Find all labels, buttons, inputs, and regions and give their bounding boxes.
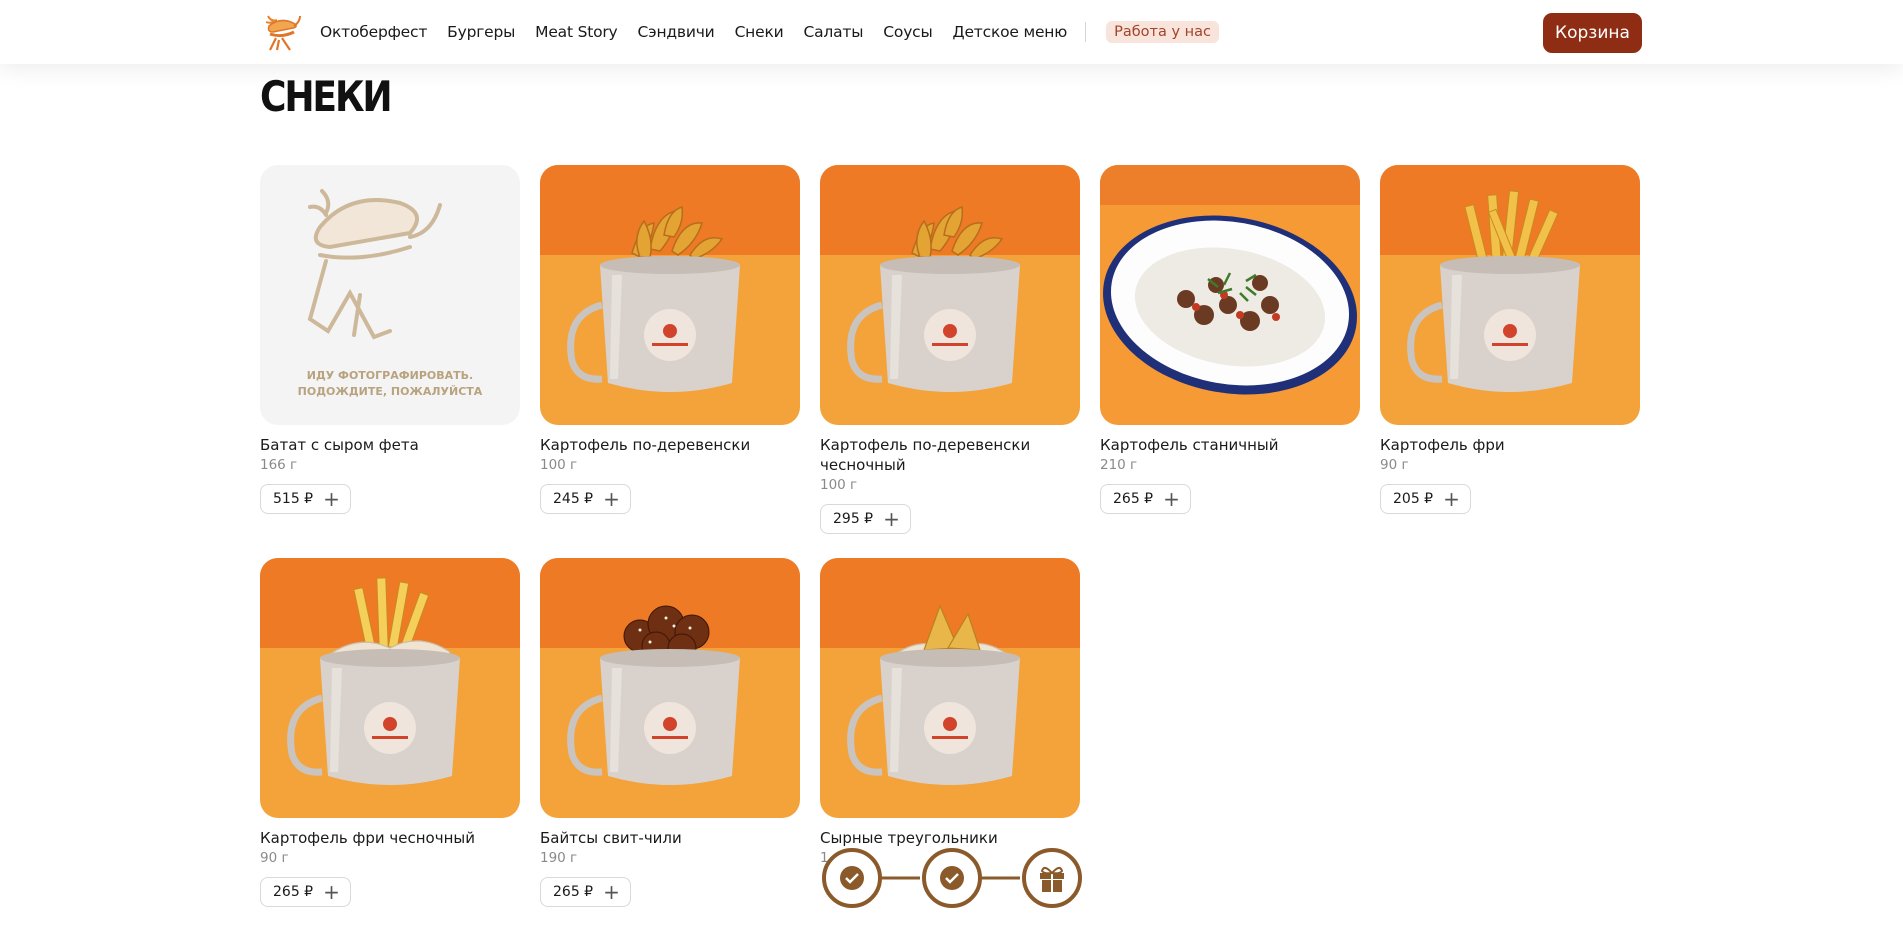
product-name: Батат с сыром фета: [260, 436, 419, 454]
product-card[interactable]: Сырные треугольники 1: [820, 558, 1080, 866]
product-name: Картофель по-деревенски: [540, 436, 751, 454]
product-photo[interactable]: [1100, 165, 1360, 425]
product-card[interactable]: Картофель станичный 210 г 265 ₽ +: [1100, 165, 1360, 514]
product-card[interactable]: Картофель фри 90 г 205 ₽ +: [1380, 165, 1640, 514]
product-name: Картофель фри чесночный: [260, 829, 475, 847]
product-price: 265 ₽: [273, 884, 314, 900]
add-to-cart-button[interactable]: 205 ₽ +: [1380, 484, 1471, 514]
jobs-link[interactable]: Работа у нас: [1106, 21, 1219, 43]
product-weight: 90 г: [260, 850, 289, 866]
product-card[interactable]: Картофель фри чесночный 90 г 265 ₽ +: [260, 558, 520, 907]
product-photo[interactable]: [820, 558, 1080, 818]
product-weight: 166 г: [260, 457, 298, 473]
nav-item[interactable]: Салаты: [804, 23, 864, 41]
product-price: 295 ₽: [833, 511, 874, 527]
product-weight: 190 г: [540, 850, 578, 866]
product-weight: 90 г: [1380, 457, 1409, 473]
plus-icon: +: [1163, 487, 1180, 511]
product-name: Байтсы свит-чили: [540, 829, 682, 847]
product-photo[interactable]: [540, 558, 800, 818]
plus-icon: +: [603, 880, 620, 904]
product-weight: 210 г: [1100, 457, 1138, 473]
placeholder-line-2: ПОДОЖДИТЕ, ПОЖАЛУЙСТА: [298, 385, 483, 398]
product-name: Картофель по-деревенски чесночный: [820, 436, 1031, 474]
add-to-cart-button[interactable]: 295 ₽ +: [820, 504, 911, 534]
product-price: 245 ₽: [553, 491, 594, 507]
logo-icon[interactable]: [260, 10, 302, 54]
product-weight: 100 г: [820, 477, 858, 493]
product-photo[interactable]: [260, 558, 520, 818]
product-name: Сырные треугольники: [820, 829, 998, 847]
add-to-cart-button[interactable]: 265 ₽ +: [260, 877, 351, 907]
main-nav: Октоберфест Бургеры Meat Story Сэндвичи Снек…: [320, 0, 1219, 64]
product-photo[interactable]: ИДУ ФОТОГРАФИРОВАТЬ. ПОДОЖДИТЕ, ПОЖАЛУЙСТ…: [260, 165, 520, 425]
product-photo[interactable]: [820, 165, 1080, 425]
product-card[interactable]: Картофель по-деревенски чесночный 100 г 29…: [820, 165, 1080, 534]
product-price: 265 ₽: [553, 884, 594, 900]
nav-item[interactable]: Meat Story: [535, 23, 618, 41]
product-photo[interactable]: [540, 165, 800, 425]
plus-icon: +: [883, 507, 900, 531]
product-price: 515 ₽: [273, 491, 314, 507]
add-to-cart-button[interactable]: 265 ₽ +: [540, 877, 631, 907]
gift-icon: [1022, 848, 1082, 908]
plus-icon: +: [323, 880, 340, 904]
page-title: СНЕКИ: [260, 72, 393, 121]
product-weight: 100 г: [540, 457, 578, 473]
add-to-cart-button[interactable]: 265 ₽ +: [1100, 484, 1191, 514]
nav-item[interactable]: Детское меню: [953, 23, 1068, 41]
product-price: 265 ₽: [1113, 491, 1154, 507]
order-progress: [822, 848, 1082, 908]
product-price: 205 ₽: [1393, 491, 1434, 507]
plus-icon: +: [323, 487, 340, 511]
nav-item[interactable]: Бургеры: [447, 23, 515, 41]
nav-item[interactable]: Сэндвичи: [638, 23, 715, 41]
product-name: Картофель станичный: [1100, 436, 1279, 454]
product-card[interactable]: ИДУ ФОТОГРАФИРОВАТЬ. ПОДОЖДИТЕ, ПОЖАЛУЙСТ…: [260, 165, 520, 514]
nav-item[interactable]: Снеки: [735, 23, 784, 41]
plus-icon: +: [603, 487, 620, 511]
placeholder-line-1: ИДУ ФОТОГРАФИРОВАТЬ.: [307, 369, 474, 382]
plus-icon: +: [1443, 487, 1460, 511]
site-header: Октоберфест Бургеры Meat Story Сэндвичи Снек…: [0, 0, 1903, 64]
add-to-cart-button[interactable]: 515 ₽ +: [260, 484, 351, 514]
nav-item[interactable]: Соусы: [883, 23, 932, 41]
step-check-icon: [822, 848, 882, 908]
product-card[interactable]: Байтсы свит-чили 190 г 265 ₽ +: [540, 558, 800, 907]
step-check-icon: [922, 848, 982, 908]
add-to-cart-button[interactable]: 245 ₽ +: [540, 484, 631, 514]
product-card[interactable]: Картофель по-деревенски 100 г 245 ₽ +: [540, 165, 800, 514]
product-photo[interactable]: [1380, 165, 1640, 425]
product-name: Картофель фри: [1380, 436, 1505, 454]
nav-divider: [1085, 22, 1087, 42]
cart-button[interactable]: Корзина: [1543, 13, 1642, 53]
nav-item[interactable]: Октоберфест: [320, 23, 427, 41]
